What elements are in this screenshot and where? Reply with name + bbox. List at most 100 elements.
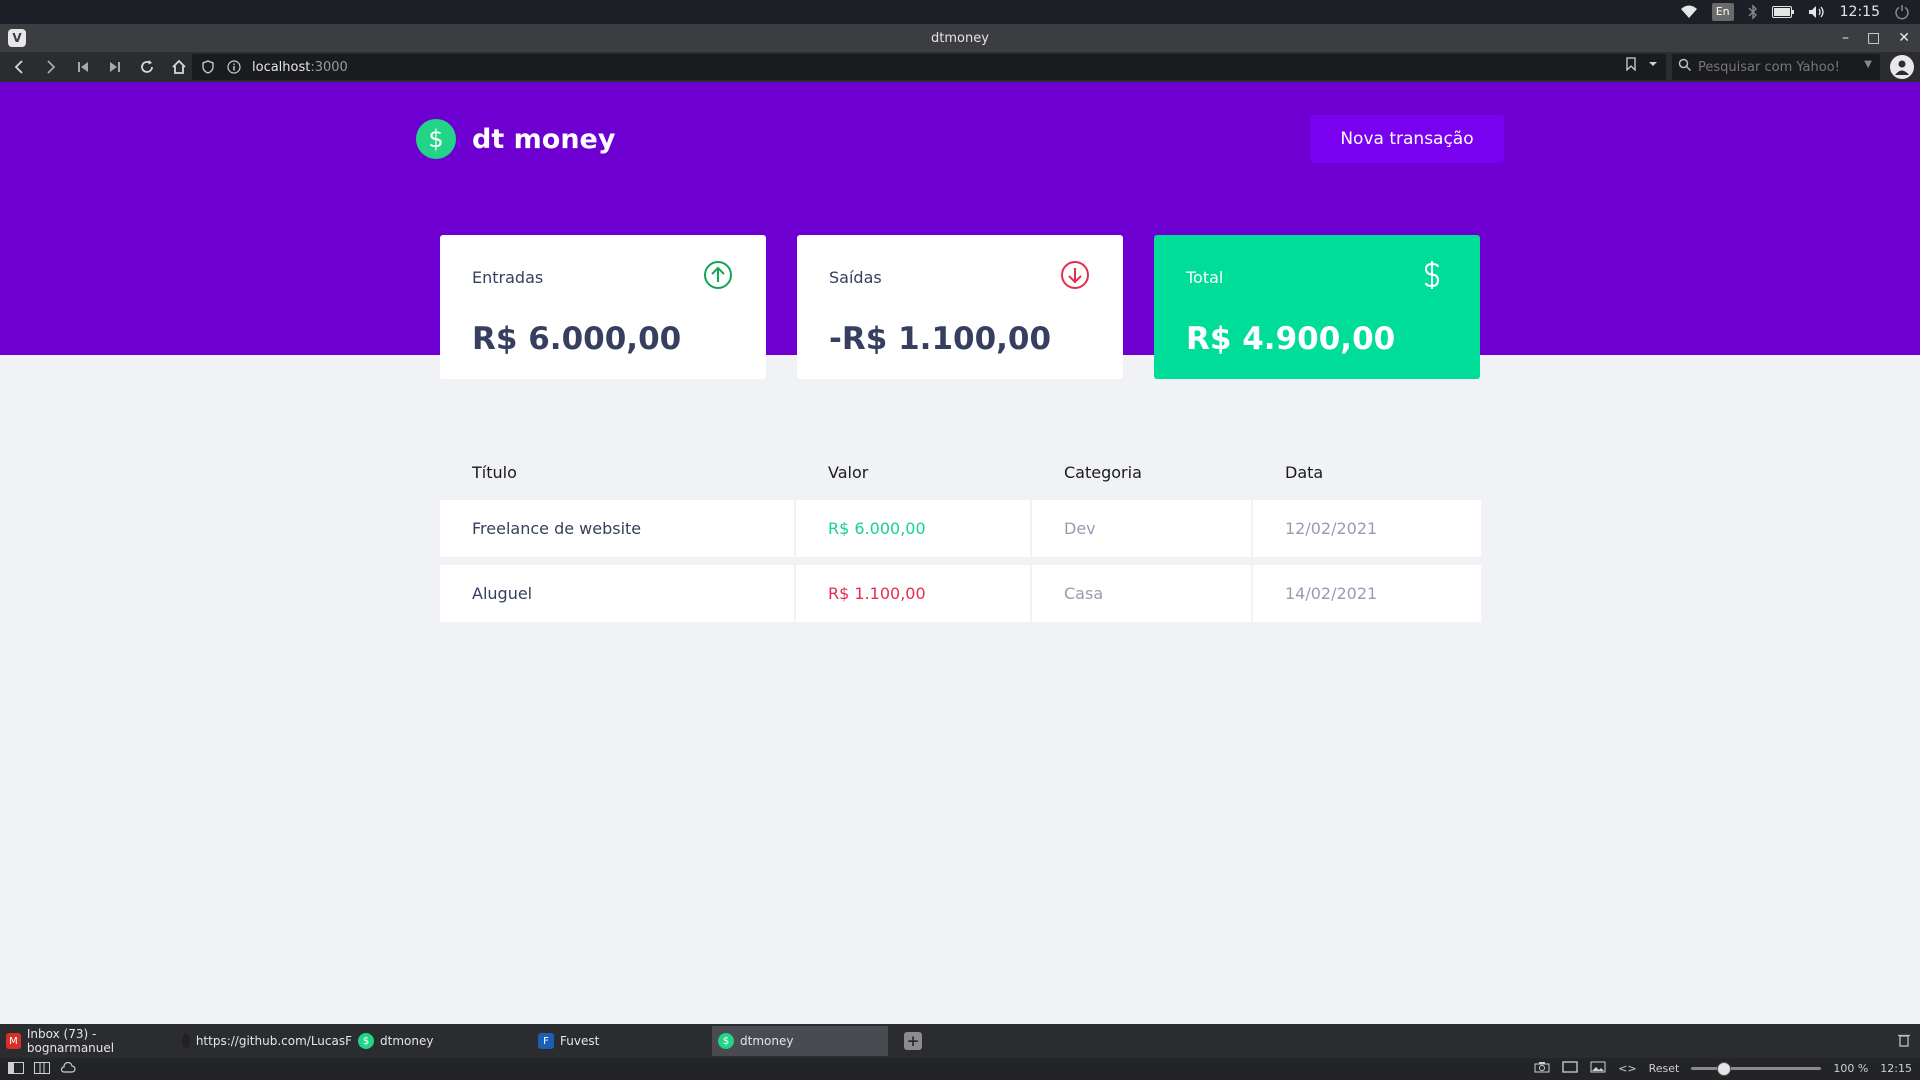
arrow-up-circle-icon: [702, 259, 734, 295]
close-icon[interactable]: ✕: [1898, 30, 1910, 46]
search-input[interactable]: [1698, 59, 1858, 75]
outcome-value: -R$ 1.100,00: [829, 321, 1052, 357]
bookmark-icon[interactable]: [1626, 57, 1636, 75]
browser-title-bar: V dtmoney – □ ✕: [0, 24, 1920, 52]
url-text[interactable]: localhost:3000: [252, 60, 348, 75]
search-icon: [1678, 58, 1692, 76]
arrow-down-circle-icon: [1059, 259, 1091, 295]
dtmoney-icon: $: [358, 1033, 374, 1049]
system-clock[interactable]: 12:15: [1840, 4, 1880, 20]
window-icon[interactable]: [1562, 1061, 1578, 1076]
window-controls: – □ ✕: [1842, 24, 1910, 52]
total-value: R$ 4.900,00: [1186, 321, 1396, 357]
chevron-down-icon[interactable]: [1648, 57, 1658, 75]
panel-toggle-icon[interactable]: [8, 1061, 24, 1077]
new-tab-button[interactable]: +: [904, 1032, 922, 1050]
cloud-sync-icon[interactable]: [60, 1061, 76, 1077]
table-row: Aluguel R$ 1.100,00 Casa 14/02/2021: [440, 565, 1481, 622]
page-viewport: $ dt money Nova transação Entradas R$ 6.…: [0, 82, 1920, 1024]
transaction-title: Aluguel: [440, 565, 796, 622]
tab-bar: M Inbox (73) - bognarmanuel https://gith…: [0, 1024, 1920, 1058]
tab-label: dtmoney: [380, 1034, 434, 1048]
vivaldi-logo-icon[interactable]: V: [8, 29, 26, 47]
transaction-category: Casa: [1032, 565, 1253, 622]
tab-dtmoney[interactable]: $ dtmoney: [352, 1026, 532, 1056]
total-card: Total R$ 4.900,00: [1154, 235, 1480, 379]
github-icon: [182, 1033, 190, 1049]
tab-github[interactable]: https://github.com/LucasF: [176, 1026, 352, 1056]
app-brand-name: dt money: [472, 123, 616, 155]
tab-gmail[interactable]: M Inbox (73) - bognarmanuel: [0, 1026, 176, 1056]
fuvest-icon: F: [538, 1033, 554, 1049]
income-card: Entradas R$ 6.000,00: [440, 235, 766, 379]
income-label: Entradas: [472, 267, 544, 287]
zoom-slider-handle[interactable]: [1716, 1062, 1731, 1076]
column-header-date: Data: [1285, 462, 1324, 482]
search-box[interactable]: ▼: [1672, 54, 1880, 80]
new-transaction-button[interactable]: Nova transação: [1310, 115, 1504, 163]
camera-icon[interactable]: [1534, 1061, 1550, 1076]
tab-label: dtmoney: [740, 1034, 794, 1048]
transaction-date: 14/02/2021: [1285, 584, 1378, 603]
url-host: localhost: [252, 59, 311, 75]
os-top-bar: En 12:15: [0, 0, 1920, 24]
gmail-icon: M: [6, 1033, 21, 1049]
zoom-level: 100 %: [1833, 1062, 1869, 1075]
trash-icon[interactable]: [1898, 1032, 1910, 1051]
rewind-icon[interactable]: [70, 54, 96, 80]
url-port: :3000: [310, 59, 348, 75]
power-icon[interactable]: [1894, 4, 1910, 20]
window-title: dtmoney: [931, 30, 989, 46]
zoom-slider[interactable]: [1691, 1062, 1822, 1076]
tab-fuvest[interactable]: F Fuvest: [532, 1026, 712, 1056]
transaction-category: Dev: [1032, 500, 1253, 557]
bluetooth-icon[interactable]: [1748, 4, 1758, 20]
table-row: Freelance de website R$ 6.000,00 Dev 12/…: [440, 500, 1481, 557]
maximize-icon[interactable]: □: [1867, 30, 1880, 46]
volume-icon[interactable]: [1808, 5, 1826, 19]
column-header-category: Categoria: [1064, 462, 1142, 482]
tab-label: Fuvest: [560, 1034, 600, 1048]
reload-icon[interactable]: [134, 54, 160, 80]
outcome-card: Saídas -R$ 1.100,00: [797, 235, 1123, 379]
wifi-icon[interactable]: [1680, 5, 1698, 19]
total-label: Total: [1186, 267, 1224, 287]
home-icon[interactable]: [166, 54, 192, 80]
income-value: R$ 6.000,00: [472, 321, 682, 357]
dollar-coin-icon: $: [416, 119, 456, 159]
address-bar[interactable]: localhost:3000: [192, 54, 1666, 80]
tab-tiling-icon[interactable]: [34, 1061, 50, 1077]
app-logo: $ dt money: [416, 119, 615, 159]
image-icon[interactable]: [1590, 1061, 1606, 1076]
transaction-date: 12/02/2021: [1285, 519, 1378, 538]
fast-forward-icon[interactable]: [102, 54, 128, 80]
tab-label: Inbox (73) - bognarmanuel: [26, 1027, 115, 1055]
profile-avatar-icon[interactable]: [1890, 55, 1914, 79]
status-clock: 12:15: [1880, 1062, 1912, 1075]
address-bar-actions: [1626, 57, 1658, 75]
battery-icon[interactable]: [1771, 6, 1794, 18]
keyboard-layout-indicator[interactable]: En: [1711, 3, 1734, 21]
status-bar: <> Reset 100 % 12:15: [0, 1058, 1920, 1080]
transaction-title: Freelance de website: [440, 500, 796, 557]
outcome-label: Saídas: [829, 267, 882, 287]
back-icon[interactable]: [6, 54, 32, 80]
transaction-amount: R$ 6.000,00: [796, 500, 1032, 557]
browser-toolbar: localhost:3000 ▼: [0, 52, 1920, 82]
tab-dtmoney-active[interactable]: $ dtmoney: [712, 1026, 888, 1056]
table-header: Título Valor Categoria Data: [440, 452, 1481, 492]
column-header-title: Título: [472, 462, 517, 482]
code-icon[interactable]: <>: [1618, 1062, 1636, 1075]
zoom-reset-button[interactable]: Reset: [1649, 1062, 1680, 1075]
tab-label: https://github.com/LucasF: [195, 1034, 352, 1048]
search-engine-dropdown-icon[interactable]: ▼: [1864, 59, 1872, 70]
dtmoney-icon: $: [718, 1033, 734, 1049]
shield-icon[interactable]: [198, 57, 218, 77]
minimize-icon[interactable]: –: [1842, 30, 1849, 46]
transaction-amount: R$ 1.100,00: [796, 565, 1032, 622]
dollar-sign-icon: [1416, 259, 1448, 295]
column-header-amount: Valor: [828, 462, 869, 482]
forward-icon[interactable]: [38, 54, 64, 80]
transactions-table: Título Valor Categoria Data Freelance de…: [440, 452, 1481, 622]
site-info-icon[interactable]: [224, 57, 244, 77]
